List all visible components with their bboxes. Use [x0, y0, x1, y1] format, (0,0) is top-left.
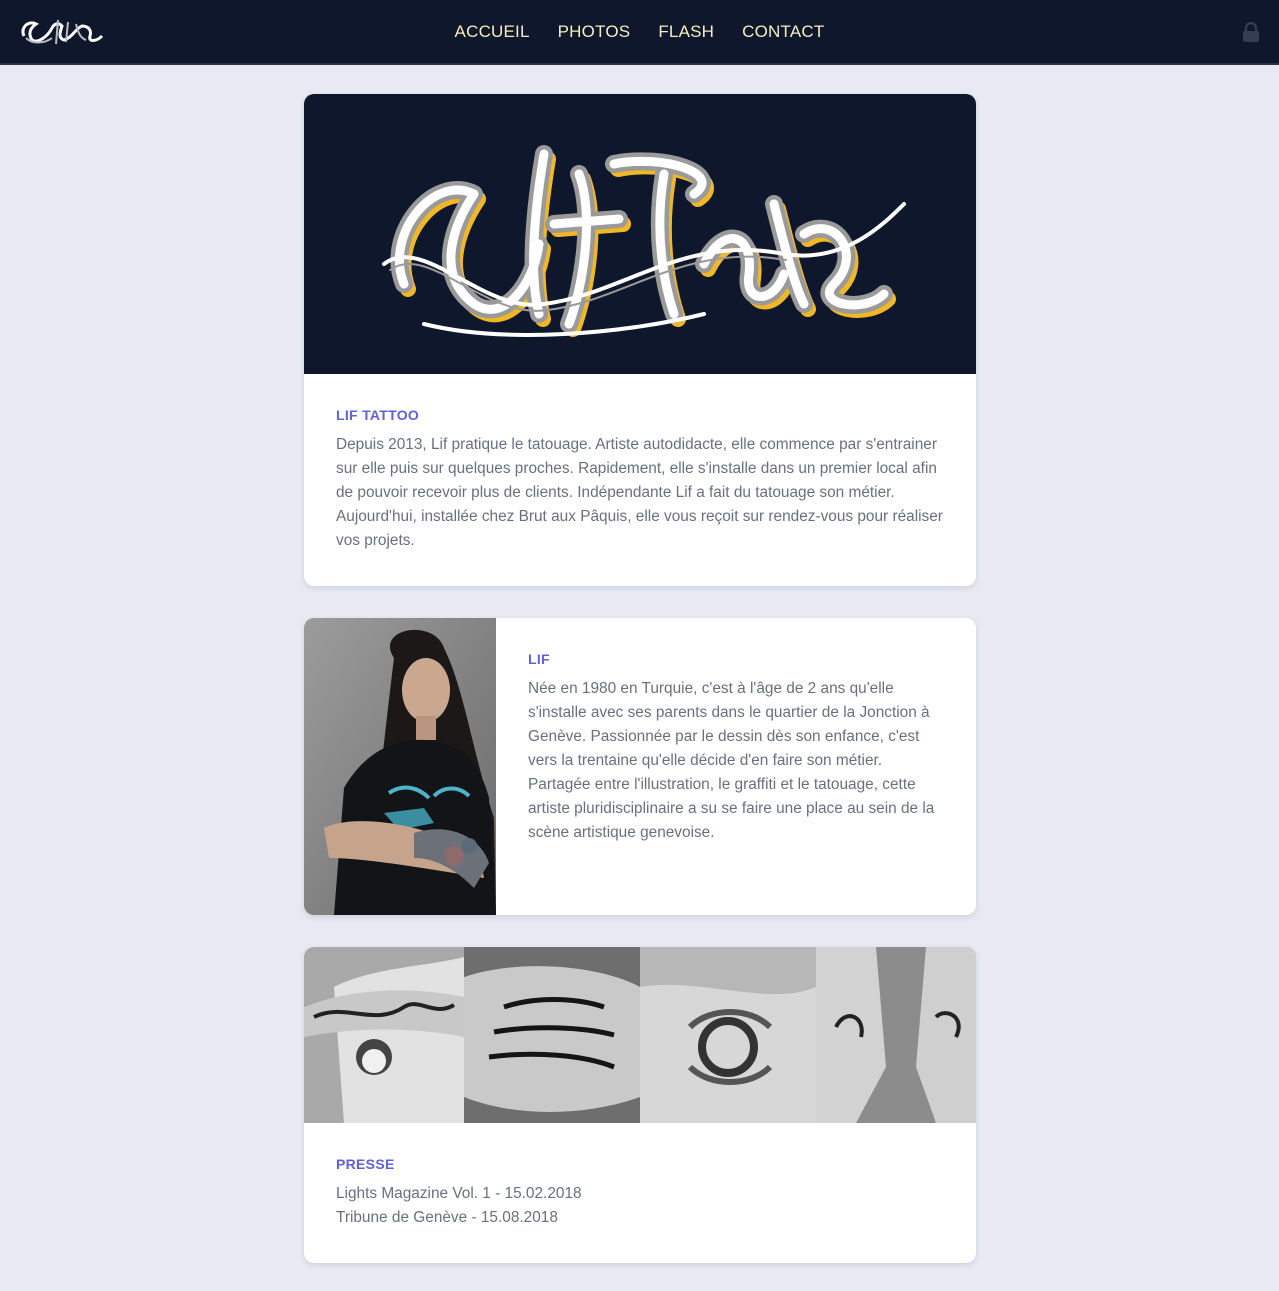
tattoo-photo-knot [640, 947, 816, 1123]
nav-link-photos[interactable]: PHOTOS [558, 22, 631, 42]
press-body: PRESSE Lights Magazine Vol. 1 - 15.02.20… [304, 1156, 976, 1230]
press-item-lights-magazine: Lights Magazine Vol. 1 - 15.02.2018 [336, 1185, 582, 1202]
press-title: PRESSE [336, 1156, 395, 1172]
bio-body: LIF Née en 1980 en Turquie, c'est à l'âg… [496, 651, 976, 845]
press-card: PRESSE Lights Magazine Vol. 1 - 15.02.20… [304, 947, 976, 1263]
lock-icon[interactable] [1242, 21, 1260, 42]
tattoo-photo-lettering [464, 947, 640, 1123]
top-navbar: ACCUEIL PHOTOS FLASH CONTACT [0, 0, 1279, 65]
bio-text: Née en 1980 en Turquie, c'est à l'âge de… [528, 680, 935, 841]
nav-link-accueil[interactable]: ACCUEIL [455, 22, 530, 42]
tattoo-photo-hands [816, 947, 976, 1123]
artist-portrait-photo [304, 618, 496, 915]
hero-logo-calligraphy [382, 145, 906, 337]
tattoo-gallery [304, 947, 976, 1123]
intro-text: Depuis 2013, Lif pratique le tatouage. A… [336, 436, 943, 549]
nav-menu: ACCUEIL PHOTOS FLASH CONTACT [0, 0, 1279, 63]
nav-link-contact[interactable]: CONTACT [742, 22, 824, 42]
bio-card: LIF Née en 1980 en Turquie, c'est à l'âg… [304, 618, 976, 915]
nav-link-flash[interactable]: FLASH [658, 22, 714, 42]
intro-body: LIF TATTOO Depuis 2013, Lif pratique le … [304, 407, 976, 553]
hero-logo-banner [304, 94, 976, 374]
press-item-tribune-de-geneve: Tribune de Genève - 15.08.2018 [336, 1209, 558, 1226]
intro-title: LIF TATTOO [336, 407, 420, 423]
tattoo-photo-forearm [304, 947, 464, 1123]
intro-card: LIF TATTOO Depuis 2013, Lif pratique le … [304, 94, 976, 586]
bio-title: LIF [528, 651, 550, 667]
